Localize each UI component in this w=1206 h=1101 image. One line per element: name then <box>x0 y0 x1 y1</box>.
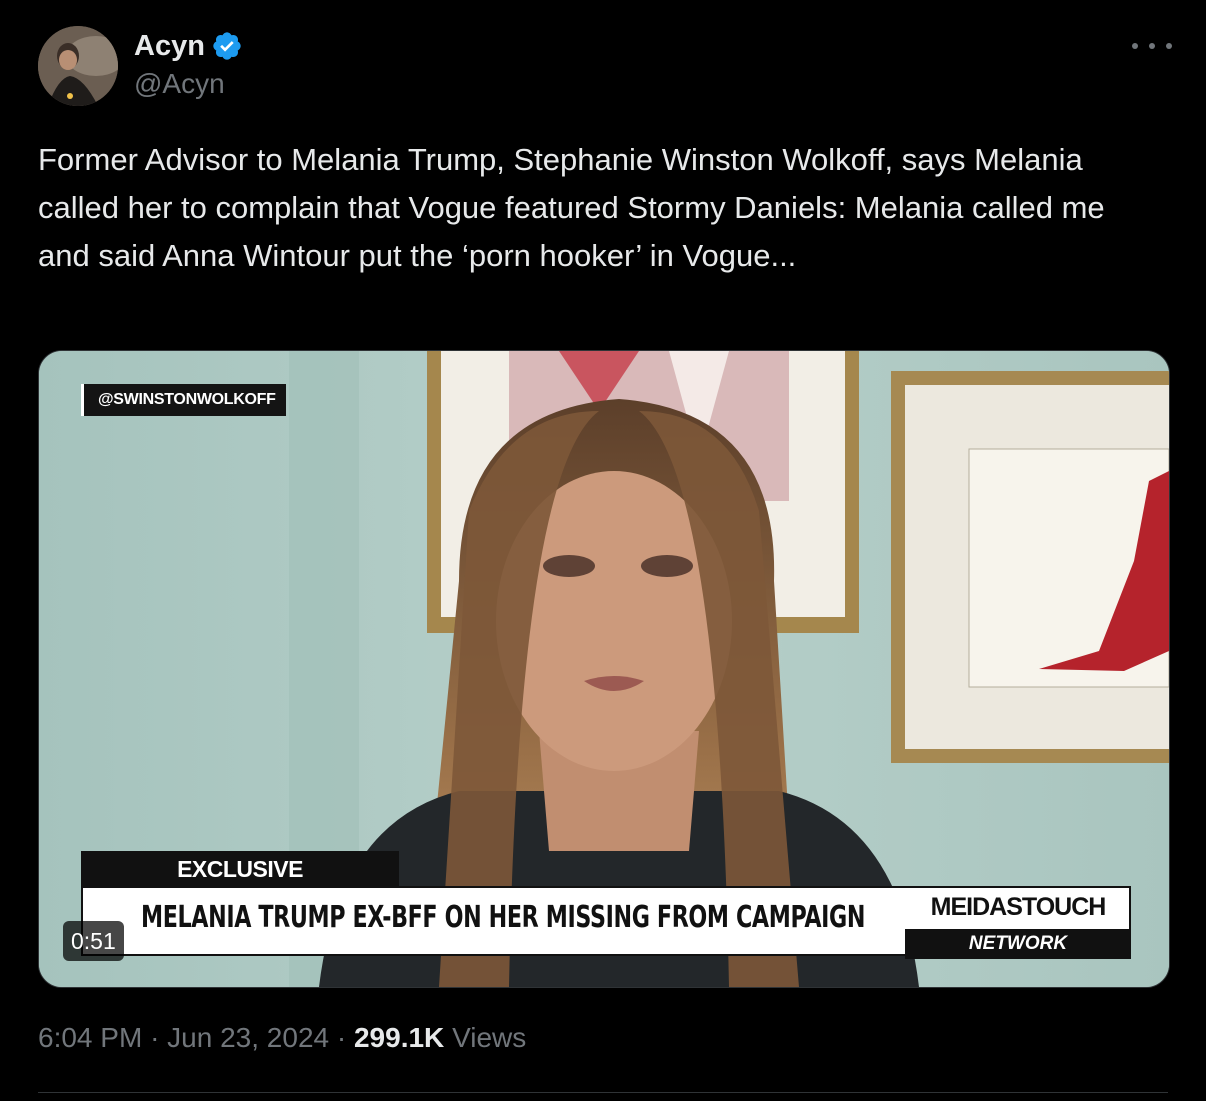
avatar-image <box>38 26 118 106</box>
views-count[interactable]: 299.1K <box>354 1022 444 1053</box>
video-player[interactable]: @SWINSTONWOLKOFF EXCLUSIVE MELANIA TRUMP… <box>38 350 1170 988</box>
video-duration: 0:51 <box>63 921 124 961</box>
network-logo: MEIDASTOUCH NETWORK <box>905 891 1131 961</box>
video-handle-tag: @SWINSTONWOLKOFF <box>81 384 286 416</box>
network-logo-top: MEIDASTOUCH <box>930 893 1107 921</box>
meta-separator: · <box>150 1022 160 1053</box>
tweet-meta: 6:04 PM · Jun 23, 2024 · 299.1K Views <box>38 1022 526 1054</box>
display-name[interactable]: Acyn <box>134 30 205 63</box>
avatar[interactable] <box>38 26 118 106</box>
verified-badge-icon <box>211 30 243 62</box>
divider <box>38 1092 1168 1093</box>
network-logo-bottom: NETWORK <box>905 929 1131 959</box>
tweet-date[interactable]: Jun 23, 2024 <box>167 1022 329 1053</box>
meta-separator: · <box>336 1022 347 1053</box>
more-options-icon[interactable] <box>1132 34 1172 58</box>
exclusive-label: EXCLUSIVE <box>81 851 399 887</box>
tweet: Acyn @Acyn Former Advisor to Melania Tru… <box>0 0 1206 1101</box>
views-label: Views <box>452 1022 527 1053</box>
video-headline: MELANIA TRUMP EX-BFF ON HER MISSING FROM… <box>141 900 866 935</box>
handle[interactable]: @Acyn <box>134 68 225 100</box>
tweet-time[interactable]: 6:04 PM <box>38 1022 142 1053</box>
tweet-text: Former Advisor to Melania Trump, Stephan… <box>38 142 1114 273</box>
name-row: Acyn <box>134 28 243 64</box>
